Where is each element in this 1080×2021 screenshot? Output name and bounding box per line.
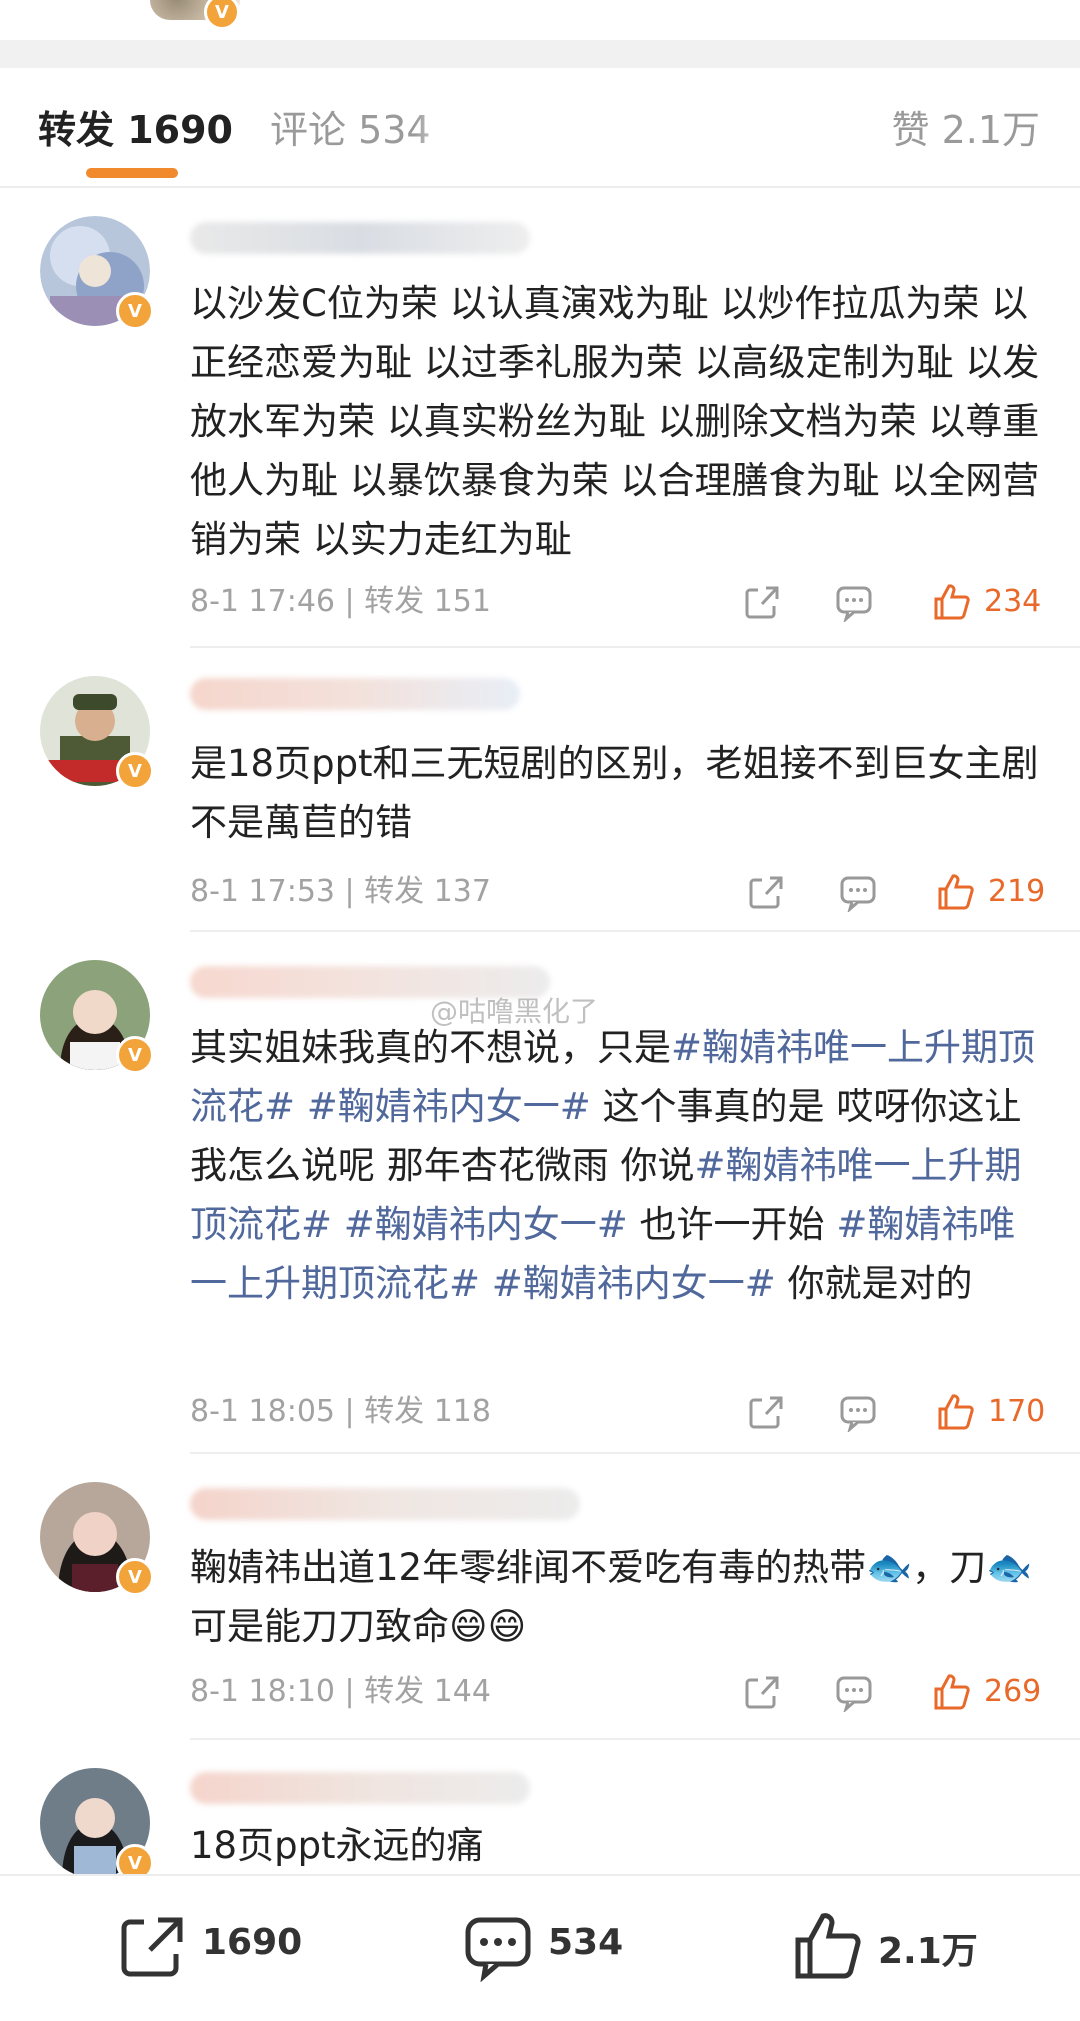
- verified-icon: V: [204, 0, 240, 30]
- comment-icon[interactable]: [838, 872, 878, 912]
- comment-meta: 8-1 17:46 | 转发 151: [190, 584, 491, 619]
- username-blurred[interactable]: [190, 222, 530, 254]
- share-icon[interactable]: [746, 872, 786, 912]
- previous-post-strip: V: [0, 0, 1080, 34]
- like-icon[interactable]: [932, 582, 972, 622]
- tab-like[interactable]: 赞 2.1万: [891, 105, 1040, 155]
- comment-icon: [465, 1917, 531, 1982]
- like-button[interactable]: 2.1万: [792, 1910, 992, 1982]
- verified-icon: V: [116, 1844, 154, 1874]
- verified-icon: V: [116, 752, 154, 790]
- avatar[interactable]: V: [40, 1768, 154, 1874]
- comment-text: 18页ppt永远的痛: [190, 1824, 484, 1867]
- comment-meta: 8-1 18:05 | 转发 118: [190, 1394, 491, 1429]
- comment-icon[interactable]: [838, 1392, 878, 1432]
- comment-icon[interactable]: [834, 1672, 874, 1712]
- comment-text: 以沙发C位为荣 以认真演戏为耻 以炒作拉瓜为荣 以正经恋爱为耻 以过季礼服为荣 …: [190, 282, 1040, 561]
- comment-meta: 8-1 17:53 | 转发 137: [190, 874, 491, 909]
- comment-meta: 8-1 18:10 | 转发 144: [190, 1674, 491, 1709]
- comment-text: 其实姐妹我真的不想说，只是#鞠婧祎唯一上升期顶流花# #鞠婧祎内女一# 这个事真…: [190, 1018, 1050, 1313]
- avatar[interactable]: V: [40, 676, 154, 790]
- like-icon: [795, 1913, 861, 1979]
- avatar[interactable]: V: [40, 216, 154, 330]
- interaction-tabs: 转发 1690 评论 534 赞 2.1万: [0, 68, 1080, 188]
- list-item: V 是18页ppt和三无短剧的区别，老姐接不到巨女主剧不是萬苣的错 8-1 17…: [0, 648, 1080, 932]
- text-segment: 也许一开始: [627, 1203, 837, 1246]
- text-segment: 其实姐妹我真的不想说，只是: [190, 1026, 671, 1069]
- verified-icon: V: [116, 1036, 154, 1074]
- like-count: 234: [984, 584, 1042, 619]
- share-icon[interactable]: [742, 1672, 782, 1712]
- share-icon[interactable]: [742, 582, 782, 622]
- text-segment: [332, 1203, 344, 1246]
- blur-overlay: [415, 96, 475, 156]
- comment-icon[interactable]: [834, 582, 874, 622]
- list-item: V 鞠婧祎出道12年零绯闻不爱吃有毒的热带🐟，刀🐟可是能刀刀致命😄😄 8-1 1…: [0, 1454, 1080, 1740]
- comment-actions: 234: [742, 580, 1042, 624]
- comment-button[interactable]: 534: [462, 1910, 642, 1982]
- active-tab-indicator: [86, 168, 178, 178]
- list-item: V 以沙发C位为荣 以认真演戏为耻 以炒作拉瓜为荣 以正经恋爱为耻 以过季礼服为…: [0, 186, 1080, 648]
- username-blurred[interactable]: [190, 1488, 580, 1520]
- section-gap: [0, 40, 1080, 68]
- watermark-text: @咕噜黑化了: [430, 995, 599, 1028]
- repost-button[interactable]: 1690: [116, 1910, 316, 1982]
- like-count: 219: [988, 874, 1046, 909]
- comment-actions: 219: [746, 870, 1046, 914]
- avatar[interactable]: V: [40, 1482, 154, 1596]
- like-icon[interactable]: [936, 1392, 976, 1432]
- repost-count: 1690: [202, 1922, 303, 1963]
- text-segment: [480, 1262, 492, 1305]
- tab-repost[interactable]: 转发 1690: [38, 105, 233, 155]
- share-icon[interactable]: [746, 1392, 786, 1432]
- like-count: 2.1万: [878, 1931, 978, 1972]
- share-icon: [121, 1917, 183, 1977]
- tab-comment[interactable]: 评论 534: [270, 105, 431, 155]
- comment-actions: 170: [746, 1390, 1046, 1434]
- hashtag-link[interactable]: #鞠婧祎内女一#: [307, 1085, 591, 1128]
- text-segment: [295, 1085, 307, 1128]
- verified-icon: V: [116, 292, 154, 330]
- hashtag-link[interactable]: #鞠婧祎内女一#: [344, 1203, 628, 1246]
- like-count: 170: [988, 1394, 1046, 1429]
- verified-icon: V: [116, 1558, 154, 1596]
- like-icon[interactable]: [936, 872, 976, 912]
- bottom-action-bar: 1690 534 2.1万: [0, 1874, 1080, 2021]
- comment-text: 是18页ppt和三无短剧的区别，老姐接不到巨女主剧不是萬苣的错: [190, 742, 1039, 844]
- list-item: V 18页ppt永远的痛: [0, 1740, 1080, 1874]
- text-segment: 你就是对的: [775, 1262, 973, 1305]
- comment-count: 534: [548, 1922, 624, 1963]
- username-blurred[interactable]: [190, 678, 520, 710]
- avatar[interactable]: V: [40, 960, 154, 1074]
- like-icon[interactable]: [932, 1672, 972, 1712]
- comment-text: 鞠婧祎出道12年零绯闻不爱吃有毒的热带🐟，刀🐟可是能刀刀致命😄😄: [190, 1546, 1033, 1648]
- comment-actions: 269: [742, 1670, 1042, 1714]
- hashtag-link[interactable]: #鞠婧祎内女一#: [492, 1262, 776, 1305]
- username-blurred[interactable]: [190, 1772, 530, 1804]
- like-count: 269: [984, 1674, 1042, 1709]
